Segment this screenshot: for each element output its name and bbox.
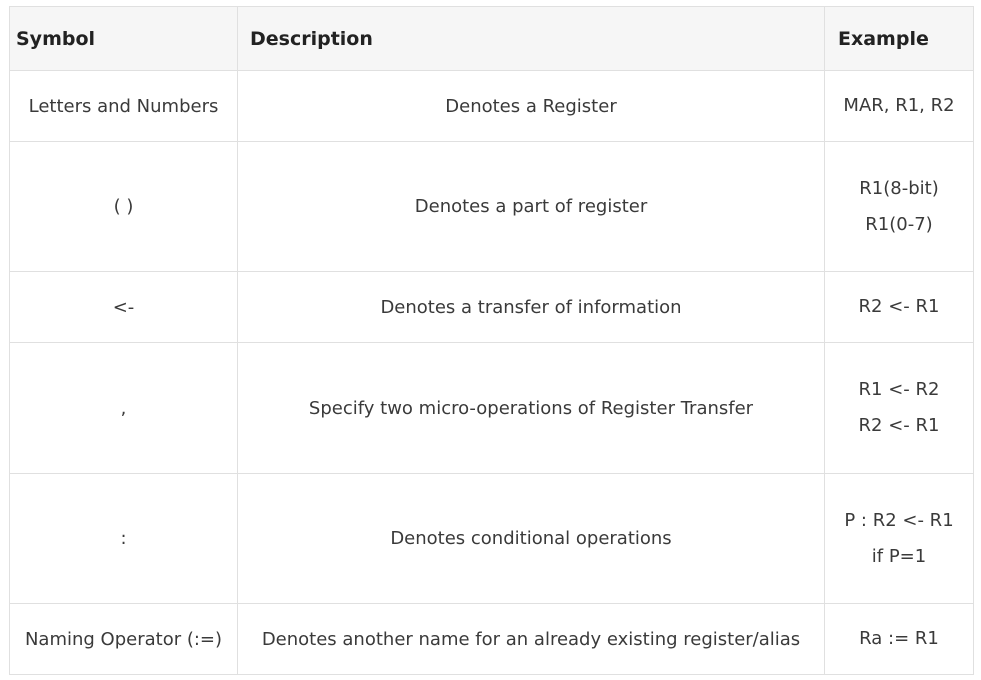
description-cell: Denotes another name for an already exis… <box>237 603 825 675</box>
example-line: R1(8-bit) <box>859 177 939 199</box>
description-cell: Denotes conditional operations <box>237 473 825 604</box>
register-transfer-symbols-table-container: Symbol Description Example Letters and N… <box>9 6 974 675</box>
register-transfer-symbols-table: Symbol Description Example Letters and N… <box>9 6 974 675</box>
table-row: ( ) Denotes a part of register R1(8-bit)… <box>9 141 974 272</box>
header-row: Symbol Description Example <box>9 6 974 71</box>
table-row: : Denotes conditional operations P : R2 … <box>9 473 974 604</box>
table-row: , Specify two micro-operations of Regist… <box>9 342 974 474</box>
table-body: Letters and Numbers Denotes a Register M… <box>9 70 974 675</box>
example-cell: P : R2 <- R1 if P=1 <box>824 473 974 604</box>
example-cell: R2 <- R1 <box>824 271 974 343</box>
header-example: Example <box>824 6 974 71</box>
table-row: <- Denotes a transfer of information R2 … <box>9 271 974 343</box>
example-line: if P=1 <box>871 545 927 567</box>
example-line: R1 <- R2 <box>858 379 940 400</box>
example-cell: Ra := R1 <box>824 603 974 675</box>
table-row: Naming Operator (:=) Denotes another nam… <box>9 603 974 675</box>
symbol-cell: <- <box>9 271 238 343</box>
description-cell: Denotes a transfer of information <box>237 271 825 343</box>
description-cell: Specify two micro-operations of Register… <box>237 342 825 474</box>
example-line: Ra := R1 <box>859 628 939 649</box>
symbol-cell: ( ) <box>9 141 238 272</box>
symbol-cell: Letters and Numbers <box>9 70 238 142</box>
symbol-cell: Naming Operator (:=) <box>9 603 238 675</box>
description-cell: Denotes a part of register <box>237 141 825 272</box>
example-cell: R1 <- R2 R2 <- R1 <box>824 342 974 474</box>
example-line: MAR, R1, R2 <box>843 95 955 116</box>
description-cell: Denotes a Register <box>237 70 825 142</box>
symbol-cell: : <box>9 473 238 604</box>
example-cell: R1(8-bit) R1(0-7) <box>824 141 974 272</box>
example-line: R2 <- R1 <box>858 415 940 436</box>
example-line: R2 <- R1 <box>858 296 940 317</box>
example-line: P : R2 <- R1 <box>844 509 954 531</box>
table-header: Symbol Description Example <box>9 6 974 71</box>
table-row: Letters and Numbers Denotes a Register M… <box>9 70 974 142</box>
header-symbol: Symbol <box>9 6 238 71</box>
example-cell: MAR, R1, R2 <box>824 70 974 142</box>
header-description: Description <box>237 6 825 71</box>
example-line: R1(0-7) <box>865 213 933 235</box>
symbol-cell: , <box>9 342 238 474</box>
